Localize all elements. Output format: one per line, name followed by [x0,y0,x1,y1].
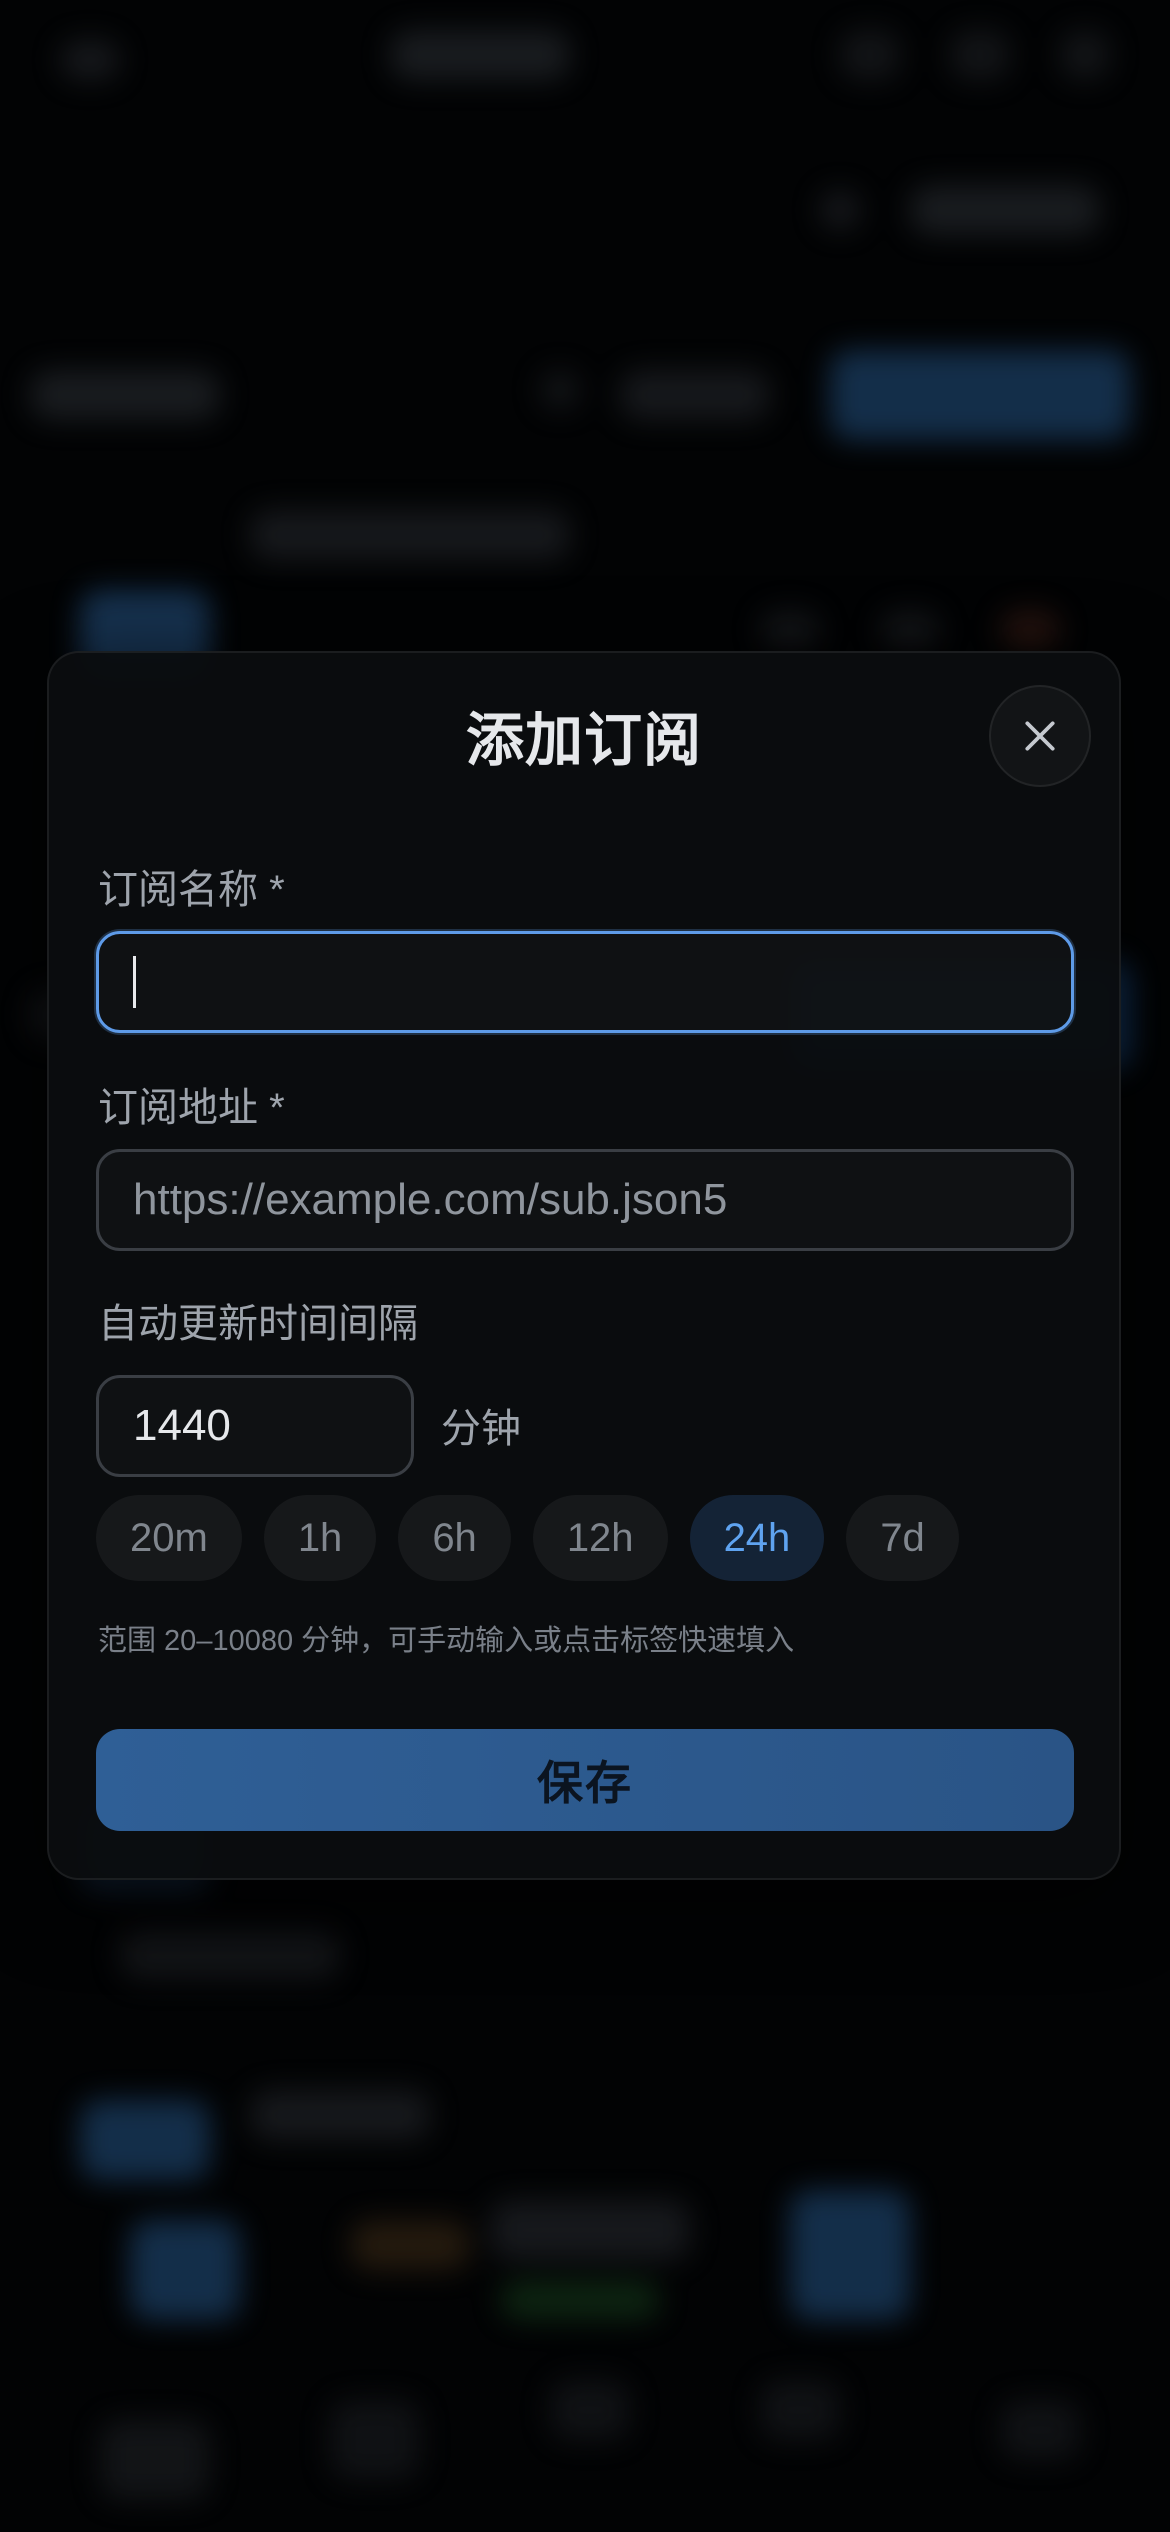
dialog-title: 添加订阅 [465,708,702,773]
interval-hint-text: 范围 20–10080 分钟，可手动输入或点击标签快速填入 [98,1625,795,1657]
preset-chip-20m[interactable]: 20m [96,1495,242,1581]
interval-unit-label: 分钟 [441,1407,521,1451]
name-field-label: 订阅名称 * [98,868,285,912]
interval-field-label: 自动更新时间间隔 [98,1302,418,1346]
preset-chip-1h[interactable]: 1h [263,1495,377,1581]
close-button[interactable] [989,685,1091,787]
url-field-label: 订阅地址 * [98,1086,285,1130]
save-button[interactable]: 保存 [96,1729,1074,1831]
subscription-name-input[interactable] [96,931,1074,1033]
close-icon [1025,721,1055,751]
preset-chip-12h[interactable]: 12h [532,1495,668,1581]
interval-minutes-value: 1440 [133,1401,231,1450]
subscription-url-input[interactable]: https://example.com/sub.json5 [96,1149,1074,1251]
app-screen: 添加订阅 订阅名称 * 订阅地址 * https://example.com/s… [0,0,1170,2532]
text-caret [133,956,136,1008]
subscription-url-placeholder: https://example.com/sub.json5 [133,1175,728,1224]
interval-minutes-input[interactable]: 1440 [96,1375,414,1477]
preset-chip-6h[interactable]: 6h [398,1495,511,1581]
preset-chip-7d[interactable]: 7d [846,1495,959,1581]
interval-preset-chips: 20m 1h 6h 12h 24h 7d [96,1495,959,1581]
preset-chip-24h[interactable]: 24h [689,1495,825,1581]
add-subscription-dialog: 添加订阅 订阅名称 * 订阅地址 * https://example.com/s… [47,651,1121,1880]
